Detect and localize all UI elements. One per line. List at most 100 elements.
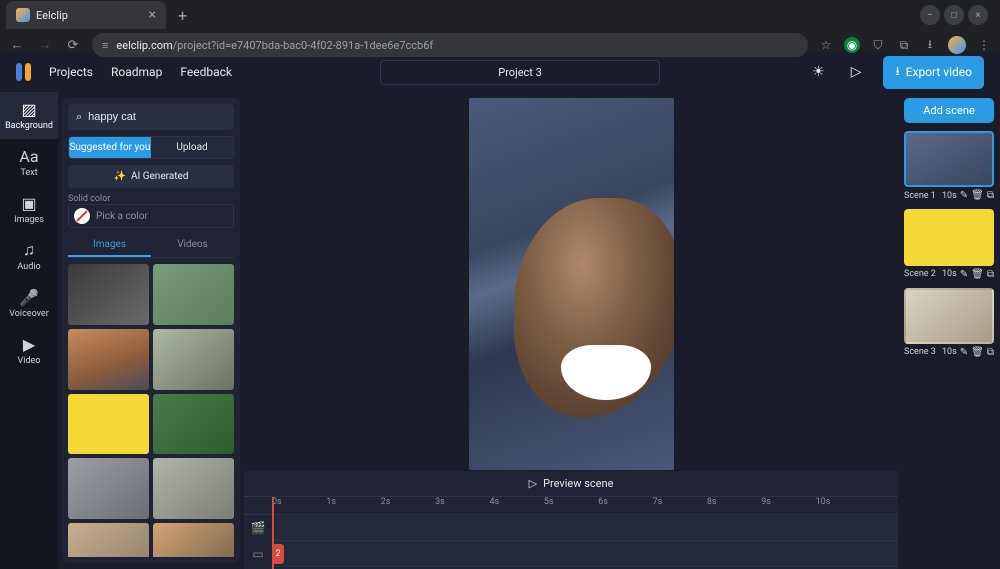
subtab-videos[interactable]: Videos <box>151 234 234 257</box>
subtab-images[interactable]: Images <box>68 234 151 257</box>
menu-icon[interactable]: ⋮ <box>976 37 992 53</box>
tab-suggested[interactable]: Suggested for you <box>69 137 151 158</box>
timeline-tick: 0s <box>272 497 326 514</box>
browser-chrome: Eelclip × + − □ × ← → ⟳ ≡ eelclip.com/pr… <box>0 0 1000 52</box>
duplicate-icon[interactable]: ⧉ <box>987 347 994 358</box>
duplicate-icon[interactable]: ⧉ <box>987 269 994 280</box>
timeline-tick: 4s <box>489 497 543 514</box>
no-color-swatch-icon <box>74 208 90 224</box>
asset-thumbnail[interactable] <box>153 394 234 455</box>
bookmark-icon[interactable]: ☆ <box>818 37 834 53</box>
timeline-tick: 3s <box>435 497 489 514</box>
tool-icon: ▨ <box>21 100 36 118</box>
scenes-panel: Add scene Scene 110s✎🗑⧉ Scene 210s✎🗑⧉ Scen… <box>898 92 1000 569</box>
tool-label: Images <box>14 215 44 225</box>
back-button[interactable]: ← <box>8 37 26 53</box>
thumbnail-grid <box>68 264 234 557</box>
timeline-row-video[interactable]: 🎬 <box>272 515 898 541</box>
export-button[interactable]: ⭳ Export video <box>883 56 984 89</box>
logo[interactable] <box>16 63 31 81</box>
favicon-icon <box>16 8 30 22</box>
minimize-button[interactable]: − <box>920 5 940 25</box>
search-icon: ⌕ <box>76 110 82 124</box>
tool-label: Video <box>18 356 41 366</box>
timeline-row-text[interactable]: ▭ 2 <box>272 541 898 567</box>
asset-thumbnail[interactable] <box>68 523 149 557</box>
nav-projects[interactable]: Projects <box>49 65 93 79</box>
tool-voiceover[interactable]: 🎤Voiceover <box>0 280 58 327</box>
profile-icon[interactable] <box>948 36 966 54</box>
new-tab-button[interactable]: + <box>170 4 195 27</box>
ai-generated-button[interactable]: ✨ AI Generated <box>68 165 234 188</box>
tool-rail: ▨Background Aa Text ▣ Images ♫Audio🎤Voiceover… <box>0 92 58 569</box>
tool-label: Text <box>20 168 37 178</box>
scene-thumbnail <box>904 131 994 187</box>
asset-thumbnail[interactable] <box>68 329 149 390</box>
asset-thumbnail[interactable] <box>153 264 234 325</box>
duplicate-icon[interactable]: ⧉ <box>987 190 994 201</box>
edit-icon[interactable]: ✎ <box>960 269 968 280</box>
timeline-tick: 5s <box>544 497 598 514</box>
asset-thumbnail[interactable] <box>68 458 149 519</box>
timeline-ruler: 0s1s2s3s4s5s6s7s8s9s10s <box>244 497 898 515</box>
downloads-icon[interactable]: ⭳ <box>922 37 938 53</box>
tool-background[interactable]: ▨Background <box>0 92 58 139</box>
solid-color-label: Solid color <box>68 194 234 204</box>
asset-thumbnail[interactable] <box>153 458 234 519</box>
pick-color-label: Pick a color <box>96 211 148 222</box>
nav-roadmap[interactable]: Roadmap <box>111 65 162 79</box>
tool-icon: ▣ <box>21 194 36 212</box>
asset-thumbnail[interactable] <box>153 329 234 390</box>
tool-icon: Aa <box>19 147 38 165</box>
project-title-input[interactable]: Project 3 <box>380 60 660 85</box>
address-bar[interactable]: ≡ eelclip.com/project?id=e7407bda-bac0-4… <box>92 33 808 57</box>
scene-card[interactable]: Scene 110s✎🗑⧉ <box>904 131 994 201</box>
clapperboard-icon: 🎬 <box>250 520 266 536</box>
site-info-icon[interactable]: ≡ <box>102 39 108 52</box>
close-tab-icon[interactable]: × <box>149 7 156 23</box>
reload-button[interactable]: ⟳ <box>64 38 82 53</box>
timeline[interactable]: 0s1s2s3s4s5s6s7s8s9s10s 🎬 ▭ 2 <box>244 497 898 569</box>
tool-audio[interactable]: ♫Audio <box>0 233 58 280</box>
maximize-button[interactable]: □ <box>944 5 964 25</box>
forward-button[interactable]: → <box>36 37 54 53</box>
canvas-preview[interactable] <box>469 98 674 470</box>
preview-scene-button[interactable]: ▷ Preview scene <box>244 471 898 497</box>
play-icon[interactable]: ▷ <box>847 60 866 84</box>
search-box[interactable]: ⌕ <box>68 104 234 130</box>
edit-icon[interactable]: ✎ <box>960 190 968 201</box>
export-label: Export video <box>906 65 972 79</box>
extension-icon[interactable]: ◉ <box>844 37 860 53</box>
scene-duration: 10s <box>942 191 957 201</box>
scene-card[interactable]: Scene 210s✎🗑⧉ <box>904 209 994 279</box>
timeline-tick: 1s <box>326 497 380 514</box>
tool-text[interactable]: Aa Text <box>0 139 58 186</box>
asset-thumbnail[interactable] <box>153 523 234 557</box>
asset-panel: ⌕ Suggested for you Upload ✨ AI Generate… <box>62 98 240 563</box>
scene-card[interactable]: Scene 310s✎🗑⧉ <box>904 288 994 358</box>
search-input[interactable] <box>88 111 230 123</box>
tool-video[interactable]: ▶Video <box>0 327 58 374</box>
delete-icon[interactable]: 🗑 <box>971 347 984 358</box>
nav-feedback[interactable]: Feedback <box>180 65 232 79</box>
edit-icon[interactable]: ✎ <box>960 347 968 358</box>
scene-duration: 10s <box>942 347 957 357</box>
theme-toggle-icon[interactable]: ☀ <box>808 60 829 84</box>
close-window-button[interactable]: × <box>968 5 988 25</box>
tab-title: Eelclip <box>36 9 68 22</box>
tab-upload[interactable]: Upload <box>151 137 233 158</box>
add-scene-button[interactable]: Add scene <box>904 98 994 123</box>
blocker-icon[interactable]: ⛉ <box>870 37 886 53</box>
play-icon: ▷ <box>529 477 537 490</box>
color-picker[interactable]: Pick a color <box>68 204 234 228</box>
extensions-icon[interactable]: ⧉ <box>896 37 912 53</box>
delete-icon[interactable]: 🗑 <box>971 190 984 201</box>
asset-thumbnail[interactable] <box>68 394 149 455</box>
tool-images[interactable]: ▣ Images <box>0 186 58 233</box>
playhead[interactable] <box>272 497 274 569</box>
asset-thumbnail[interactable] <box>68 264 149 325</box>
browser-tab[interactable]: Eelclip × <box>6 1 166 29</box>
text-track-icon: ▭ <box>250 546 266 562</box>
download-icon: ⭳ <box>895 62 899 83</box>
delete-icon[interactable]: 🗑 <box>971 269 984 280</box>
